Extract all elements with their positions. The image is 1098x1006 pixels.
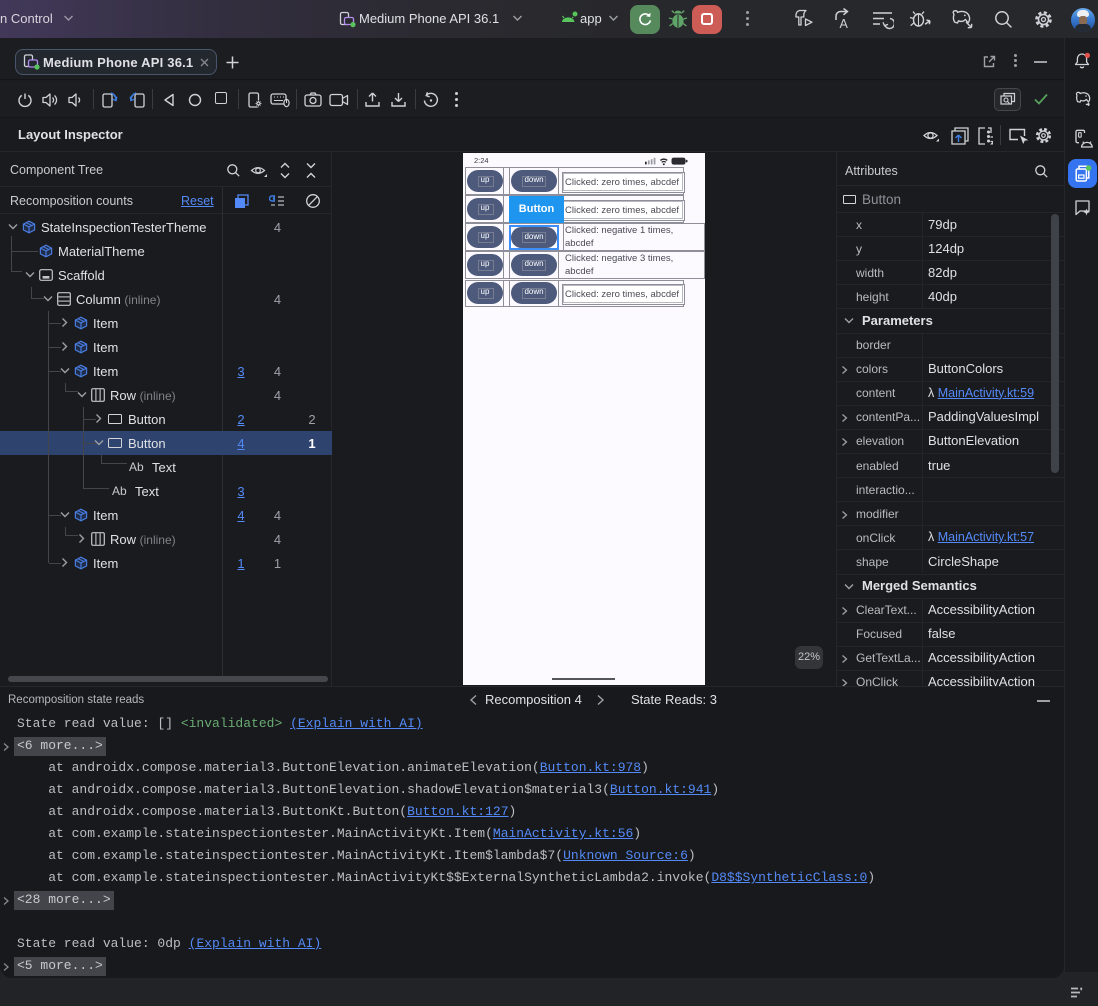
svg-text:A: A bbox=[840, 17, 849, 30]
